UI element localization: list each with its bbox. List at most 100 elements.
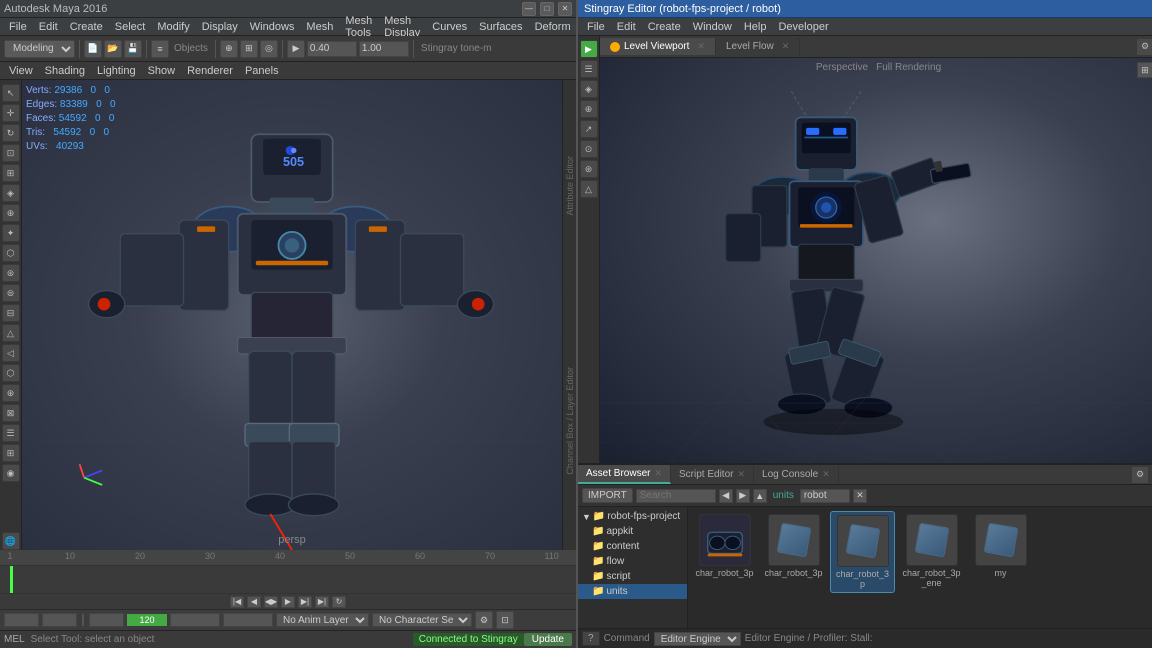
anim-layer-dropdown[interactable]: No Anim Layer — [276, 613, 369, 627]
maya-menu-create[interactable]: Create — [65, 20, 108, 34]
tool18-button[interactable]: ☰ — [2, 424, 20, 442]
tab-close-level-viewport[interactable]: ✕ — [697, 41, 705, 52]
play-forward-button[interactable]: ▶ — [281, 596, 295, 608]
maya-3d-viewport[interactable]: Verts: 29386 0 0 Edges: 83389 0 0 Faces:… — [22, 80, 562, 550]
step-back-button[interactable]: ◀ — [247, 596, 261, 608]
render-button[interactable]: ▶ — [287, 40, 305, 58]
se-tab-close[interactable]: ✕ — [737, 469, 745, 480]
play-back-button[interactable]: ◀▶ — [264, 596, 278, 608]
rotate-tool-button[interactable]: ↻ — [2, 124, 20, 142]
render-input-2[interactable] — [359, 41, 409, 57]
view-menu-panels[interactable]: Panels — [240, 64, 284, 78]
import-button[interactable]: IMPORT — [582, 488, 633, 503]
ab-tree-script[interactable]: 📁 script — [578, 569, 687, 584]
lc-tab-close[interactable]: ✕ — [822, 469, 830, 480]
timeline-start-input[interactable]: 1 — [4, 613, 39, 627]
view-menu-view[interactable]: View — [4, 64, 38, 78]
tool20-button[interactable]: ◉ — [2, 464, 20, 482]
select-tool-button[interactable]: ↖ — [2, 84, 20, 102]
timeline-track[interactable] — [0, 566, 576, 594]
move-tool-button[interactable]: ✛ — [2, 104, 20, 122]
maya-menu-surfaces[interactable]: Surfaces — [474, 20, 527, 34]
open-scene-button[interactable]: 📂 — [104, 40, 122, 58]
magnet-button[interactable]: ◎ — [260, 40, 278, 58]
sr-status-question[interactable]: ? — [582, 631, 600, 646]
minimize-button[interactable]: — — [522, 2, 536, 16]
timeline-extra-button[interactable]: ⊡ — [496, 611, 514, 629]
ab-back-button[interactable]: ◀ — [719, 489, 733, 503]
tool19-button[interactable]: ⊞ — [2, 444, 20, 462]
tool11-button[interactable]: ⊜ — [2, 284, 20, 302]
ab-tree-flow[interactable]: 📁 flow — [578, 554, 687, 569]
sr-tool5-button[interactable]: ⊙ — [580, 140, 598, 158]
ab-file-char-robot-3p-thumb[interactable]: char_robot_3p — [692, 511, 757, 593]
maya-menu-mesh[interactable]: Mesh — [301, 20, 338, 34]
maya-menu-display[interactable]: Display — [197, 20, 243, 34]
update-button[interactable]: Update — [524, 633, 572, 646]
ab-tree-units[interactable]: 📁 units — [578, 584, 687, 599]
timeline-range-end[interactable]: 120 — [170, 613, 220, 627]
maya-menu-edit[interactable]: Edit — [34, 20, 63, 34]
tab-level-flow[interactable]: Level Flow ✕ — [716, 38, 800, 55]
tab-asset-browser[interactable]: Asset Browser ✕ — [578, 465, 671, 484]
scale-tool-button[interactable]: ⊡ — [2, 144, 20, 162]
save-scene-button[interactable]: 💾 — [124, 40, 142, 58]
bottom-panel-options[interactable]: ⚙ — [1131, 466, 1149, 484]
timeline-settings-button[interactable]: ⚙ — [475, 611, 493, 629]
view-menu-shading[interactable]: Shading — [40, 64, 90, 78]
maximize-button[interactable]: □ — [540, 2, 554, 16]
sr-tool6-button[interactable]: ⊛ — [580, 160, 598, 178]
maya-mode-dropdown[interactable]: Modeling — [4, 40, 75, 58]
ab-up-button[interactable]: ▲ — [753, 489, 767, 503]
view-menu-show[interactable]: Show — [143, 64, 181, 78]
tool6-button[interactable]: ◈ — [2, 184, 20, 202]
sr-tool4-button[interactable]: ↗ — [580, 120, 598, 138]
stingray-3d-viewport[interactable]: Perspective Full Rendering ⊞ — [600, 58, 1152, 463]
grid-button[interactable]: ⊞ — [240, 40, 258, 58]
sr-tool2-button[interactable]: ◈ — [580, 80, 598, 98]
sr-menu-developer[interactable]: Developer — [773, 20, 833, 34]
maya-menu-windows[interactable]: Windows — [245, 20, 300, 34]
tab-level-viewport[interactable]: Level Viewport ✕ — [600, 38, 716, 55]
sr-tool1-button[interactable]: ☰ — [580, 60, 598, 78]
sr-menu-create[interactable]: Create — [643, 20, 686, 34]
view-menu-renderer[interactable]: Renderer — [182, 64, 238, 78]
loop-button[interactable]: ↻ — [332, 596, 346, 608]
sr-menu-edit[interactable]: Edit — [612, 20, 641, 34]
sr-editor-engine-dropdown[interactable]: Editor Engine — [654, 632, 741, 646]
tool12-button[interactable]: ⊟ — [2, 304, 20, 322]
timeline-key-current[interactable]: 1 — [89, 613, 124, 627]
close-button[interactable]: ✕ — [558, 2, 572, 16]
ab-tree-appkit[interactable]: 📁 appkit — [578, 524, 687, 539]
tool13-button[interactable]: △ — [2, 324, 20, 342]
ab-tab-close[interactable]: ✕ — [654, 468, 662, 479]
ab-file-char-robot-3p-2[interactable]: char_robot_3p — [830, 511, 895, 593]
maya-menu-modify[interactable]: Modify — [152, 20, 194, 34]
ab-tree-project[interactable]: ▼ 📁 robot-fps-project — [578, 509, 687, 524]
tool5-button[interactable]: ⊞ — [2, 164, 20, 182]
ab-search-input[interactable] — [636, 489, 716, 503]
maya-menu-deform[interactable]: Deform — [530, 20, 576, 34]
render-input-1[interactable] — [307, 41, 357, 57]
view-menu-lighting[interactable]: Lighting — [92, 64, 141, 78]
sr-tool3-button[interactable]: ⊕ — [580, 100, 598, 118]
tab-close-level-flow[interactable]: ✕ — [782, 41, 790, 52]
snap-button[interactable]: ⊕ — [220, 40, 238, 58]
tool17-button[interactable]: ⊠ — [2, 404, 20, 422]
skip-start-button[interactable]: |◀ — [230, 596, 244, 608]
objects-button[interactable]: ≡ — [151, 40, 169, 58]
skip-end-button[interactable]: ▶| — [315, 596, 329, 608]
nav-icon-button[interactable]: 🌐 — [2, 532, 20, 550]
character-set-dropdown[interactable]: No Character Set — [372, 613, 472, 627]
ab-file-char-robot-3p-1[interactable]: char_robot_3p — [761, 511, 826, 593]
timeline-current-input[interactable]: 1 — [42, 613, 77, 627]
sr-play-button[interactable]: ▶ — [580, 40, 598, 58]
sr-menu-file[interactable]: File — [582, 20, 610, 34]
ab-file-char-robot-3p-ene[interactable]: char_robot_3p_ene — [899, 511, 964, 593]
step-forward-button[interactable]: ▶| — [298, 596, 312, 608]
maya-menu-select[interactable]: Select — [110, 20, 151, 34]
maya-menu-curves[interactable]: Curves — [427, 20, 472, 34]
sr-viewport-corner-button[interactable]: ⊞ — [1137, 62, 1152, 78]
tool9-button[interactable]: ⬡ — [2, 244, 20, 262]
new-scene-button[interactable]: 📄 — [84, 40, 102, 58]
